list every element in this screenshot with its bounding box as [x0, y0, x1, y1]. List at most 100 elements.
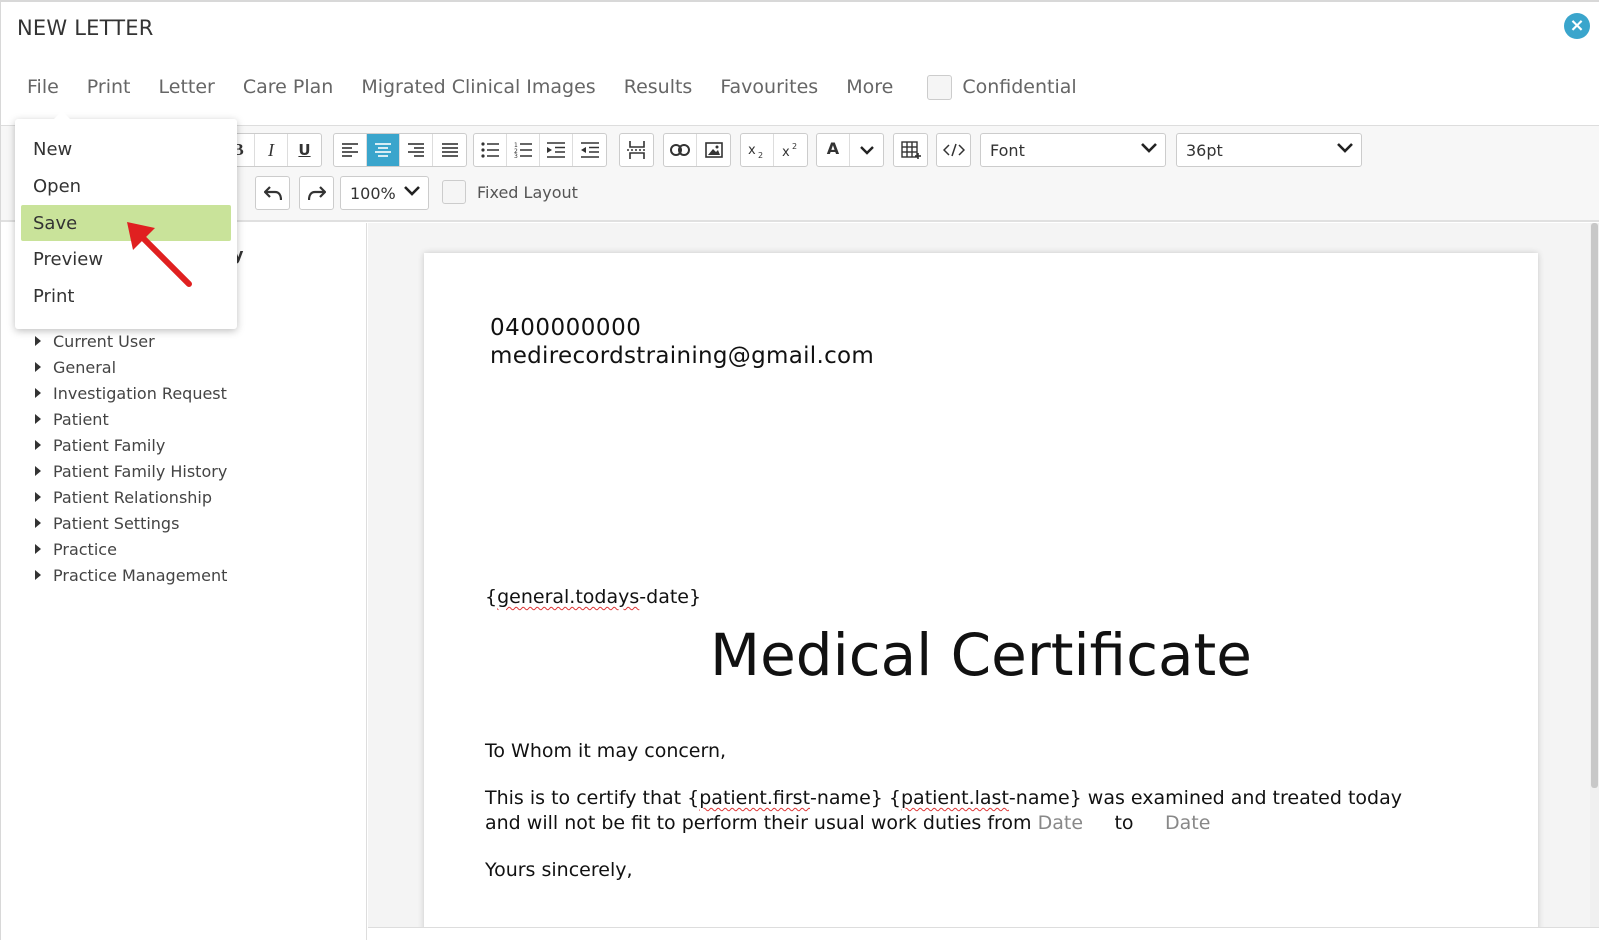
- indent-button[interactable]: [540, 134, 573, 166]
- outdent-button[interactable]: [573, 134, 606, 166]
- menu-letter[interactable]: Letter: [159, 76, 215, 98]
- font-select-value: Font: [990, 140, 1025, 160]
- editor-canvas: 0400000000 medirecordstraining@gmail.com…: [368, 223, 1599, 940]
- chevron-down-icon: [1337, 143, 1353, 153]
- font-size-select[interactable]: 36pt: [1176, 133, 1362, 167]
- underline-button[interactable]: U: [288, 134, 321, 166]
- superscript-button[interactable]: x2: [774, 134, 807, 166]
- menu-care-plan[interactable]: Care Plan: [243, 76, 333, 98]
- fixed-layout-checkbox[interactable]: [442, 180, 466, 204]
- page-break-button[interactable]: [620, 134, 653, 166]
- expand-triangle-icon: [35, 440, 41, 450]
- tree-node-patient-family[interactable]: Patient Family: [35, 432, 227, 458]
- superscript-icon: x2: [782, 142, 797, 159]
- expand-triangle-icon: [35, 570, 41, 580]
- tree-node-practice[interactable]: Practice: [35, 536, 227, 562]
- tree-node-current-user[interactable]: Current User: [35, 328, 227, 354]
- table-icon: [900, 141, 921, 159]
- subscript-icon: x2: [748, 143, 763, 159]
- red-arrow-annotation: [127, 222, 192, 287]
- undo-icon: [263, 186, 282, 201]
- zoom-select[interactable]: 100%: [340, 176, 429, 210]
- redo-button[interactable]: [300, 177, 333, 209]
- svg-text:x: x: [782, 145, 790, 159]
- menu-print[interactable]: Print: [87, 76, 131, 98]
- undo-button[interactable]: [256, 177, 289, 209]
- file-menu-open[interactable]: Open: [21, 168, 231, 204]
- source-code-button[interactable]: [937, 134, 970, 166]
- image-icon: [704, 142, 723, 158]
- align-right-button[interactable]: [400, 134, 433, 166]
- letter-body-line-1: This is to certify that {patient.first-n…: [485, 787, 1402, 809]
- menu-favourites[interactable]: Favourites: [720, 76, 818, 98]
- menu-bar: File Print Letter Care Plan Migrated Cli…: [27, 72, 1077, 102]
- align-justify-icon: [441, 143, 458, 157]
- bullet-list-icon: [481, 142, 499, 158]
- tree-node-general[interactable]: General: [35, 354, 227, 380]
- merge-fields-panel: Current User General Investigation Reque…: [1, 223, 367, 940]
- align-justify-button[interactable]: [433, 134, 466, 166]
- font-color-group: A: [816, 133, 884, 167]
- letter-dialog: NEW LETTER × File Print Letter Care Plan…: [0, 0, 1599, 940]
- scrollbar-thumb[interactable]: [1591, 223, 1598, 788]
- fixed-layout-label: Fixed Layout: [477, 182, 578, 202]
- tree-node-investigation-request[interactable]: Investigation Request: [35, 380, 227, 406]
- file-menu-new[interactable]: New: [21, 131, 231, 167]
- tree-node-patient[interactable]: Patient: [35, 406, 227, 432]
- align-left-button[interactable]: [334, 134, 367, 166]
- expand-triangle-icon: [35, 362, 41, 372]
- svg-text:3: 3: [514, 153, 518, 158]
- italic-button[interactable]: I: [255, 134, 288, 166]
- close-button[interactable]: ×: [1564, 13, 1590, 39]
- list-group: 123: [473, 133, 607, 167]
- confidential-label: Confidential: [962, 76, 1077, 98]
- undo-group: [255, 176, 290, 210]
- insert-table-button[interactable]: [894, 134, 927, 166]
- expand-triangle-icon: [35, 518, 41, 528]
- menu-more[interactable]: More: [846, 76, 893, 98]
- expand-triangle-icon: [35, 544, 41, 554]
- font-color-dropdown[interactable]: [850, 134, 883, 166]
- code-icon: [942, 143, 965, 157]
- code-group: [936, 133, 971, 167]
- insert-link-button[interactable]: [664, 134, 697, 166]
- font-select[interactable]: Font: [980, 133, 1166, 167]
- tree-node-patient-family-history[interactable]: Patient Family History: [35, 458, 227, 484]
- align-center-button[interactable]: [367, 134, 400, 166]
- insert-image-button[interactable]: [697, 134, 730, 166]
- merge-field-tree: Current User General Investigation Reque…: [35, 328, 227, 588]
- menu-migrated-clinical-images[interactable]: Migrated Clinical Images: [361, 76, 595, 98]
- outdent-icon: [580, 142, 599, 158]
- date-to-field[interactable]: Date: [1165, 812, 1210, 834]
- dropdown-notch: [53, 111, 71, 120]
- svg-text:2: 2: [792, 142, 797, 151]
- bullet-list-button[interactable]: [474, 134, 507, 166]
- letter-page[interactable]: 0400000000 medirecordstraining@gmail.com…: [424, 253, 1538, 940]
- expand-triangle-icon: [35, 414, 41, 424]
- letter-body-line-2: and will not be fit to perform their usu…: [485, 812, 1211, 834]
- page-break-group: [619, 133, 654, 167]
- align-left-icon: [342, 143, 358, 157]
- chevron-down-icon: [859, 146, 874, 155]
- font-color-button[interactable]: A: [817, 134, 850, 166]
- letter-closing: Yours sincerely,: [485, 859, 633, 881]
- confidential-checkbox[interactable]: [927, 74, 953, 100]
- menu-file[interactable]: File: [27, 76, 59, 98]
- subscript-button[interactable]: x2: [741, 134, 774, 166]
- tree-node-patient-settings[interactable]: Patient Settings: [35, 510, 227, 536]
- menu-results[interactable]: Results: [624, 76, 693, 98]
- vertical-scrollbar[interactable]: [1590, 223, 1599, 940]
- page-break-icon: [626, 141, 647, 159]
- numbered-list-button[interactable]: 123: [507, 134, 540, 166]
- horizontal-scrollbar[interactable]: [368, 927, 1599, 940]
- expand-triangle-icon: [35, 466, 41, 476]
- tree-node-patient-relationship[interactable]: Patient Relationship: [35, 484, 227, 510]
- table-group: [893, 133, 928, 167]
- date-from-field[interactable]: Date: [1038, 812, 1083, 834]
- svg-text:x: x: [748, 143, 756, 158]
- tree-node-practice-management[interactable]: Practice Management: [35, 562, 227, 588]
- redo-group: [299, 176, 334, 210]
- zoom-value: 100%: [350, 183, 396, 203]
- expand-triangle-icon: [35, 388, 41, 398]
- chevron-down-icon: [1141, 143, 1157, 153]
